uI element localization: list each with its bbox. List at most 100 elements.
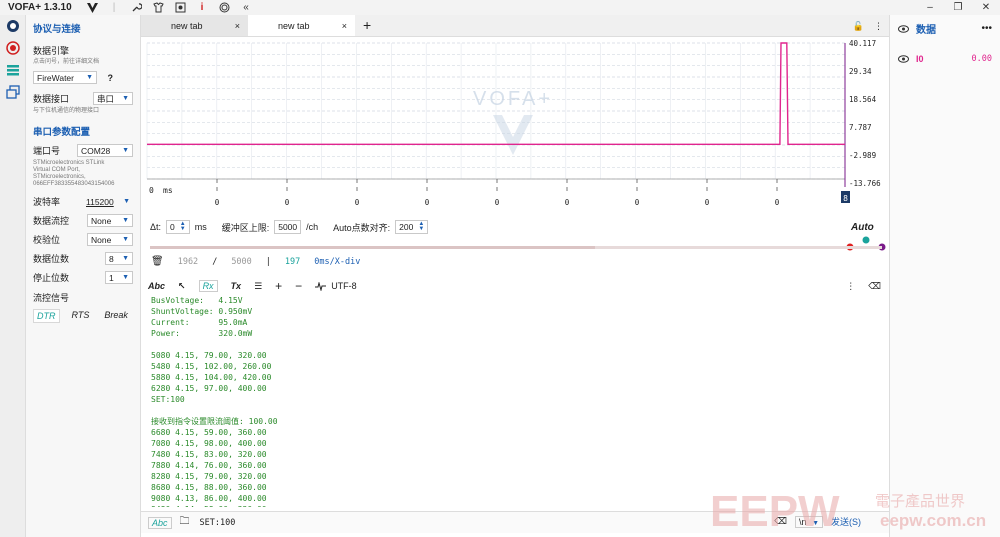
databits-select[interactable]: 8 ▼ [105, 252, 133, 265]
sample-count: 197 [284, 256, 301, 267]
serial-section-title: 串口参数配置 [33, 127, 91, 138]
dtr-toggle[interactable]: DTR [33, 309, 60, 323]
port-desc-line: STMicroelectronics, [33, 174, 86, 180]
widgets-button[interactable] [0, 81, 26, 103]
terminal-output[interactable]: BusVoltage: 4.15V ShuntVoltage: 0.950mV Cu… [151, 295, 886, 507]
wrench-icon[interactable] [130, 2, 142, 14]
tab-label: new tab [171, 20, 203, 31]
tab-new-1[interactable]: new tab × [141, 15, 248, 36]
info-icon[interactable]: i [196, 2, 208, 14]
folder-icon[interactable]: 🗀 [180, 514, 190, 531]
rts-toggle[interactable]: RTS [69, 309, 93, 323]
stopbits-select[interactable]: 1 ▼ [105, 271, 133, 284]
chevron-down-icon: ▼ [122, 95, 129, 102]
port-desc-line: 066EFF383355483043154006 [33, 181, 115, 187]
terminal-line: 7880 4.14, 76.00, 360.00 [151, 461, 267, 470]
auto-range-slider[interactable] [846, 236, 886, 252]
history-scrollbar-thumb[interactable] [150, 246, 595, 249]
terminal-line: 6280 4.15, 97.00, 400.00 [151, 384, 267, 393]
stopbits-label: 停止位数 [33, 273, 70, 283]
interface-select[interactable]: 串口 ▼ [93, 92, 133, 105]
trash-icon[interactable]: 🗑 [151, 256, 164, 267]
capture-icon[interactable] [174, 2, 186, 14]
chart-controls: Δt: 0 ▲ ▼ ms 缓冲区上限: 5000 /ch Auto点数对齐: 20… [150, 220, 429, 234]
record-button[interactable] [0, 37, 26, 59]
port-label: 端口号 [33, 146, 61, 156]
data-panel: 数据 ••• I0 0.00 [889, 15, 1000, 537]
terminal-line: 7480 4.15, 83.00, 320.00 [151, 450, 267, 459]
dt-value: 0 [170, 222, 175, 232]
title-bar: VOFA+ 1.3.10 | i « – ❐ ✕ [0, 0, 1000, 15]
stepper-arrows-icon[interactable]: ▲ ▼ [180, 221, 186, 232]
fingerprint-icon[interactable] [218, 2, 230, 14]
connect-button[interactable] [0, 15, 26, 37]
watermark-url: eepw.com.cn [880, 511, 986, 530]
eye-icon[interactable] [898, 55, 909, 63]
break-toggle[interactable]: Break [101, 309, 131, 323]
shirt-icon[interactable] [152, 2, 164, 14]
buffer-input[interactable]: 5000 [274, 220, 302, 234]
x-tick-label: 0 [355, 198, 360, 207]
terminal-line: 5080 4.15, 79.00, 320.00 [151, 351, 267, 360]
collapse-icon[interactable]: « [240, 2, 252, 14]
text-mode-button[interactable]: Abc [148, 281, 165, 291]
minus-icon[interactable]: − [295, 279, 302, 293]
channel-row-i0[interactable]: I0 0.00 [890, 51, 1000, 67]
port-description: STMicroelectronics STLink Virtual COM Po… [33, 160, 133, 188]
y-tick-label: -13.766 [849, 179, 881, 188]
port-select[interactable]: COM28 ▼ [77, 144, 133, 157]
x-tick-label: 0 [565, 198, 570, 207]
flowctl-select[interactable]: None ▼ [87, 214, 133, 227]
port-value: COM28 [81, 145, 111, 156]
close-button[interactable]: ✕ [972, 0, 1000, 15]
tab-label: new tab [278, 20, 310, 31]
widgets-icon [6, 85, 20, 99]
add-tab-button[interactable]: + [363, 17, 371, 33]
more-icon[interactable]: ••• [981, 23, 992, 34]
terminal-line: 8280 4.15, 79.00, 320.00 [151, 472, 267, 481]
rx-toggle[interactable]: Rx [198, 280, 218, 292]
waveform-icon [315, 281, 327, 291]
buffer-unit: /ch [306, 222, 319, 232]
send-mode-button[interactable]: Abc [148, 516, 172, 529]
send-input[interactable]: SET:100 [200, 518, 236, 528]
waveform-chart[interactable]: VOFA+ 40.117 29.34 18.564 7.787 -2.989 -13.76… [141, 37, 889, 209]
minimize-button[interactable]: – [916, 0, 944, 15]
eraser-icon[interactable]: ⌫ [868, 281, 881, 292]
lock-icon[interactable]: 🔓 [853, 21, 864, 32]
phone-icon[interactable]: ↖ [178, 281, 186, 292]
close-icon[interactable]: × [235, 21, 240, 31]
chart-svg[interactable]: VOFA+ 40.117 29.34 18.564 7.787 -2.989 -13.76… [141, 37, 889, 209]
buffer-total: 5000 [231, 256, 252, 267]
more-vert-icon[interactable]: ⋮ [846, 281, 855, 292]
stepper-arrows-icon[interactable]: ▲ ▼ [418, 221, 424, 232]
y-tick-label: -2.989 [849, 151, 876, 160]
layers-button[interactable] [0, 59, 26, 81]
signals-group: DTR RTS Break [33, 309, 133, 323]
align-value: 200 [399, 222, 414, 232]
auto-mid-handle[interactable] [862, 236, 870, 244]
align-stepper[interactable]: 200 ▲ ▼ [395, 220, 429, 234]
chevron-down-icon: ▼ [123, 198, 130, 205]
chevron-down-icon: ▼ [122, 217, 129, 224]
format-icon[interactable]: ☰ [254, 281, 262, 292]
parity-select[interactable]: None ▼ [87, 233, 133, 246]
chevron-down-icon: ▼ [122, 274, 129, 281]
dt-stepper[interactable]: 0 ▲ ▼ [166, 220, 190, 234]
tab-new-2[interactable]: new tab × [248, 15, 355, 36]
help-icon[interactable]: ? [108, 73, 114, 83]
close-icon[interactable]: × [342, 21, 347, 31]
tx-toggle[interactable]: Tx [231, 281, 242, 291]
chevron-down-icon: ▼ [122, 147, 129, 154]
engine-select[interactable]: FireWater ▼ [33, 71, 97, 84]
maximize-button[interactable]: ❐ [944, 0, 972, 15]
flowctl-value: None [91, 215, 112, 226]
encoding-select[interactable]: UTF-8 [315, 281, 357, 291]
buffer-current: 1962 [177, 256, 199, 267]
interface-label: 数据接口 [33, 94, 70, 104]
baud-select[interactable]: 115200 ▼ [83, 195, 133, 208]
vofa-logo-icon[interactable] [86, 2, 98, 14]
eye-icon[interactable] [898, 24, 909, 33]
more-vert-icon[interactable]: ⋮ [874, 21, 883, 32]
plus-icon[interactable]: + [275, 279, 282, 293]
